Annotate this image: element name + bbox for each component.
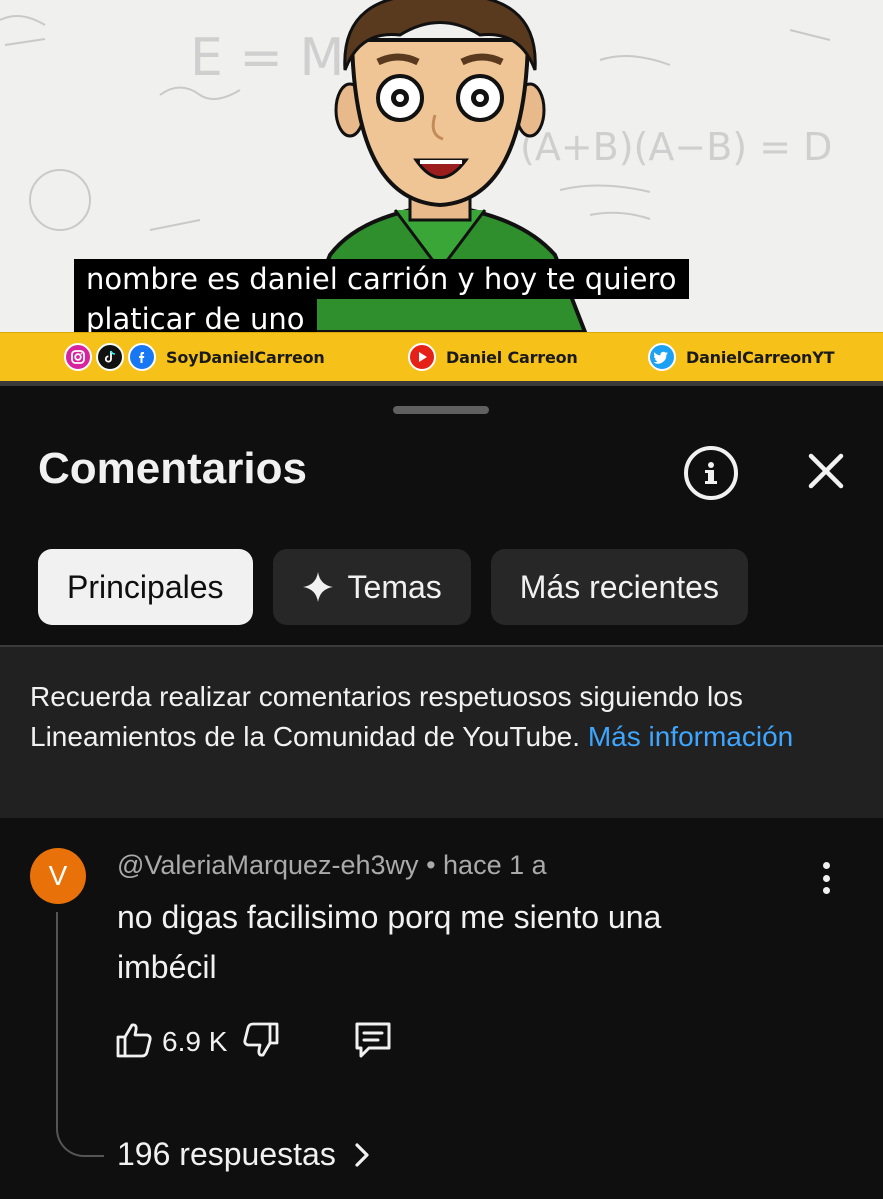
avatar[interactable]: V xyxy=(30,848,86,904)
comment-author[interactable]: @ValeriaMarquez-eh3wy xyxy=(117,850,419,880)
replies-count: 196 respuestas xyxy=(117,1136,336,1172)
social-group-twitter: DanielCarreonYT xyxy=(648,343,835,371)
more-vert-icon xyxy=(822,862,830,869)
community-guidelines-notice: Recuerda realizar comentarios respetuoso… xyxy=(0,645,883,818)
comment-text: no digas facilisimo porq me siento una i… xyxy=(117,899,662,985)
view-replies-button[interactable]: 196 respuestas xyxy=(117,1136,372,1173)
filter-chips: Principales Temas Más recientes xyxy=(38,549,748,625)
thumb-down-icon xyxy=(243,1022,279,1057)
comment-time: hace 1 a xyxy=(443,850,547,880)
comment-actions: 6.9 K xyxy=(114,1020,395,1064)
avatar-letter: V xyxy=(48,860,68,891)
chip-temas-label: Temas xyxy=(347,568,442,605)
social-handle-3: DanielCarreonYT xyxy=(686,347,835,367)
sparkle-icon xyxy=(302,571,334,603)
close-button[interactable] xyxy=(803,448,849,494)
video-player[interactable]: E = M (A+B)(A−B) = D nombre es daniel ca… xyxy=(0,0,883,386)
chip-temas[interactable]: Temas xyxy=(272,549,471,625)
social-banner: SoyDanielCarreon Daniel Carreon DanielCa… xyxy=(0,332,883,382)
youtube-icon xyxy=(408,343,436,371)
like-count: 6.9 K xyxy=(162,1026,228,1057)
chip-mas-recientes[interactable]: Más recientes xyxy=(490,549,748,625)
twitter-icon xyxy=(648,343,676,371)
info-button[interactable] xyxy=(684,446,738,500)
svg-text:E = M: E = M xyxy=(190,28,344,88)
comment-more-button[interactable] xyxy=(812,858,840,898)
social-group-youtube: Daniel Carreon xyxy=(408,343,578,371)
reply-button[interactable] xyxy=(351,1018,395,1067)
chip-principales-label: Principales xyxy=(67,568,224,605)
svg-text:(A+B)(A−B) = D: (A+B)(A−B) = D xyxy=(520,125,832,169)
like-button[interactable] xyxy=(114,1020,154,1065)
thumb-up-icon xyxy=(116,1022,152,1057)
reply-comment-icon xyxy=(355,1022,391,1057)
social-group-main: SoyDanielCarreon xyxy=(64,343,325,371)
more-info-link[interactable]: Más información xyxy=(588,721,793,752)
close-icon xyxy=(808,453,844,489)
instagram-icon xyxy=(64,343,92,371)
comment-meta: @ValeriaMarquez-eh3wy • hace 1 a xyxy=(117,850,547,881)
panel-title: Comentarios xyxy=(38,444,307,493)
dislike-button[interactable] xyxy=(241,1020,281,1065)
social-handle-2: Daniel Carreon xyxy=(446,347,578,367)
tiktok-icon xyxy=(96,343,124,371)
thread-connector xyxy=(56,912,104,1157)
chip-principales[interactable]: Principales xyxy=(38,549,253,625)
meta-separator: • xyxy=(426,850,436,880)
subtitle-line-1: nombre es daniel carrión y hoy te quiero xyxy=(74,259,689,299)
chip-recientes-label: Más recientes xyxy=(519,568,719,605)
facebook-icon xyxy=(128,343,156,371)
chevron-right-icon xyxy=(355,1142,369,1167)
social-handle-1: SoyDanielCarreon xyxy=(166,347,325,367)
comments-sheet: Comentarios Principales Temas Más recien… xyxy=(0,386,883,1199)
drag-handle[interactable] xyxy=(393,406,489,414)
info-circle-icon xyxy=(705,462,717,484)
